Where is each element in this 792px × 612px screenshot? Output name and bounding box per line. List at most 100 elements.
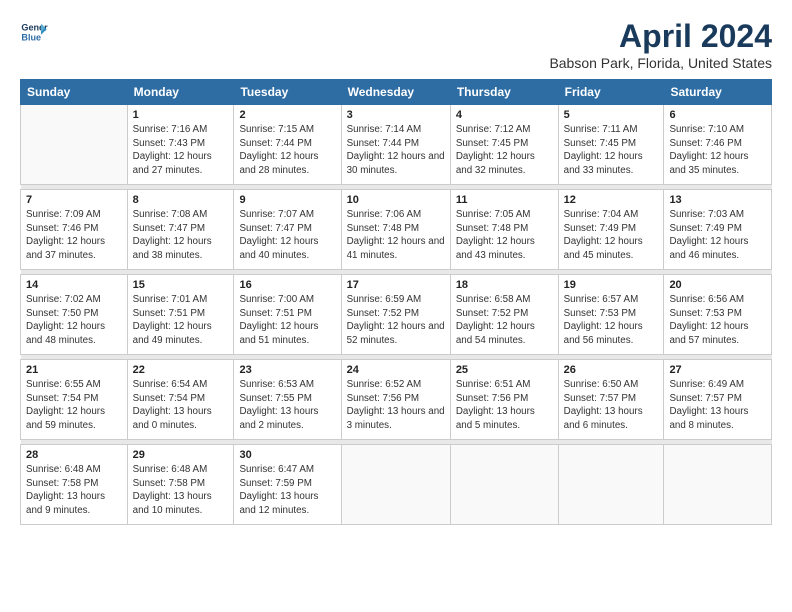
calendar-cell-w5-d3: 30 Sunrise: 6:47 AM Sunset: 7:59 PM Dayli… — [234, 445, 341, 525]
day-number: 1 — [133, 109, 229, 121]
calendar-cell-w2-d7: 13 Sunrise: 7:03 AM Sunset: 7:49 PM Dayli… — [664, 190, 772, 270]
day-info: Sunrise: 6:53 AM Sunset: 7:55 PM Dayligh… — [239, 378, 335, 433]
page: General Blue General Blue April 2024 Bab… — [0, 0, 792, 612]
day-number: 29 — [133, 449, 229, 461]
calendar-cell-w3-d3: 16Sunrise: 7:00 AM Sunset: 7:51 PM Dayli… — [234, 275, 341, 355]
col-sunday: Sunday — [21, 80, 128, 105]
day-info: Sunrise: 7:09 AM Sunset: 7:46 PM Dayligh… — [26, 208, 122, 263]
calendar-cell-w2-d4: 10 Sunrise: 7:06 AM Sunset: 7:48 PM Dayli… — [341, 190, 450, 270]
day-number: 6 — [669, 109, 766, 121]
calendar-cell-w1-d6: 5 Sunrise: 7:11 AM Sunset: 7:45 PM Daylig… — [558, 105, 664, 185]
col-saturday: Saturday — [664, 80, 772, 105]
day-info: Sunrise: 7:06 AM Sunset: 7:48 PM Dayligh… — [347, 208, 445, 263]
day-number: 11 — [456, 194, 553, 206]
day-info: Sunrise: 7:16 AM Sunset: 7:43 PM Dayligh… — [133, 123, 229, 178]
calendar-cell-w2-d2: 8 Sunrise: 7:08 AM Sunset: 7:47 PM Daylig… — [127, 190, 234, 270]
header: General Blue General Blue April 2024 Bab… — [20, 18, 772, 71]
logo-icon: General Blue — [20, 18, 48, 46]
calendar-table: Sunday Monday Tuesday Wednesday Thursday… — [20, 79, 772, 525]
day-number: 15 — [133, 279, 229, 291]
calendar-cell-w3-d6: 19 Sunrise: 6:57 AM Sunset: 7:53 PM Dayli… — [558, 275, 664, 355]
day-info: Sunrise: 6:48 AM Sunset: 7:58 PM Dayligh… — [133, 463, 229, 518]
title-block: April 2024 Babson Park, Florida, United … — [549, 18, 772, 71]
calendar-cell-w1-d3: 2 Sunrise: 7:15 AM Sunset: 7:44 PM Daylig… — [234, 105, 341, 185]
calendar-cell-w4-d7: 27 Sunrise: 6:49 AM Sunset: 7:57 PM Dayli… — [664, 360, 772, 440]
day-number: 9 — [239, 194, 335, 206]
day-number: 7 — [26, 194, 122, 206]
col-wednesday: Wednesday — [341, 80, 450, 105]
day-info: Sunrise: 7:04 AM Sunset: 7:49 PM Dayligh… — [564, 208, 659, 263]
day-number: 23 — [239, 364, 335, 376]
day-info: Sunrise: 6:52 AM Sunset: 7:56 PM Dayligh… — [347, 378, 445, 433]
calendar-week-1: 1 Sunrise: 7:16 AM Sunset: 7:43 PM Daylig… — [21, 105, 772, 185]
main-title: April 2024 — [549, 18, 772, 55]
day-number: 4 — [456, 109, 553, 121]
calendar-cell-w2-d1: 7 Sunrise: 7:09 AM Sunset: 7:46 PM Daylig… — [21, 190, 128, 270]
calendar-cell-w5-d5 — [450, 445, 558, 525]
day-info: Sunrise: 7:03 AM Sunset: 7:49 PM Dayligh… — [669, 208, 766, 263]
day-number: 3 — [347, 109, 445, 121]
calendar-cell-w3-d1: 14Sunrise: 7:02 AM Sunset: 7:50 PM Dayli… — [21, 275, 128, 355]
calendar-cell-w5-d4 — [341, 445, 450, 525]
calendar-cell-w4-d3: 23 Sunrise: 6:53 AM Sunset: 7:55 PM Dayli… — [234, 360, 341, 440]
day-info: Sunrise: 6:50 AM Sunset: 7:57 PM Dayligh… — [564, 378, 659, 433]
calendar-cell-w5-d1: 28 Sunrise: 6:48 AM Sunset: 7:58 PM Dayli… — [21, 445, 128, 525]
day-info: Sunrise: 6:51 AM Sunset: 7:56 PM Dayligh… — [456, 378, 553, 433]
day-info: Sunrise: 6:54 AM Sunset: 7:54 PM Dayligh… — [133, 378, 229, 433]
calendar-cell-w3-d2: 15Sunrise: 7:01 AM Sunset: 7:51 PM Dayli… — [127, 275, 234, 355]
day-number: 19 — [564, 279, 659, 291]
calendar-cell-w1-d1 — [21, 105, 128, 185]
calendar-cell-w1-d7: 6 Sunrise: 7:10 AM Sunset: 7:46 PM Daylig… — [664, 105, 772, 185]
day-number: 17 — [347, 279, 445, 291]
day-info: Sunrise: 7:07 AM Sunset: 7:47 PM Dayligh… — [239, 208, 335, 263]
col-monday: Monday — [127, 80, 234, 105]
subtitle: Babson Park, Florida, United States — [549, 55, 772, 71]
day-number: 13 — [669, 194, 766, 206]
calendar-cell-w3-d4: 17 Sunrise: 6:59 AM Sunset: 7:52 PM Dayli… — [341, 275, 450, 355]
day-number: 2 — [239, 109, 335, 121]
day-number: 22 — [133, 364, 229, 376]
day-number: 26 — [564, 364, 659, 376]
day-info: Sunrise: 7:11 AM Sunset: 7:45 PM Dayligh… — [564, 123, 659, 178]
calendar-header-row: Sunday Monday Tuesday Wednesday Thursday… — [21, 80, 772, 105]
calendar-cell-w4-d6: 26 Sunrise: 6:50 AM Sunset: 7:57 PM Dayli… — [558, 360, 664, 440]
calendar-cell-w1-d5: 4 Sunrise: 7:12 AM Sunset: 7:45 PM Daylig… — [450, 105, 558, 185]
day-info: Sunrise: 7:12 AM Sunset: 7:45 PM Dayligh… — [456, 123, 553, 178]
col-friday: Friday — [558, 80, 664, 105]
day-info: Sunrise: 6:47 AM Sunset: 7:59 PM Dayligh… — [239, 463, 335, 518]
day-number: 30 — [239, 449, 335, 461]
day-info: Sunrise: 6:55 AM Sunset: 7:54 PM Dayligh… — [26, 378, 122, 433]
day-number: 8 — [133, 194, 229, 206]
calendar-cell-w4-d1: 21 Sunrise: 6:55 AM Sunset: 7:54 PM Dayli… — [21, 360, 128, 440]
day-info: Sunrise: 7:15 AM Sunset: 7:44 PM Dayligh… — [239, 123, 335, 178]
calendar-cell-w2-d5: 11 Sunrise: 7:05 AM Sunset: 7:48 PM Dayli… — [450, 190, 558, 270]
day-number: 18 — [456, 279, 553, 291]
day-info: Sunrise: 6:59 AM Sunset: 7:52 PM Dayligh… — [347, 293, 445, 348]
day-info: Sunrise: 7:08 AM Sunset: 7:47 PM Dayligh… — [133, 208, 229, 263]
calendar-cell-w3-d5: 18 Sunrise: 6:58 AM Sunset: 7:52 PM Dayli… — [450, 275, 558, 355]
day-number: 12 — [564, 194, 659, 206]
calendar-cell-w5-d2: 29 Sunrise: 6:48 AM Sunset: 7:58 PM Dayli… — [127, 445, 234, 525]
col-tuesday: Tuesday — [234, 80, 341, 105]
day-number: 27 — [669, 364, 766, 376]
day-info: Sunrise: 6:49 AM Sunset: 7:57 PM Dayligh… — [669, 378, 766, 433]
calendar-cell-w5-d7 — [664, 445, 772, 525]
calendar-cell-w4-d2: 22 Sunrise: 6:54 AM Sunset: 7:54 PM Dayli… — [127, 360, 234, 440]
day-info: Sunrise: 7:05 AM Sunset: 7:48 PM Dayligh… — [456, 208, 553, 263]
day-info: Sunrise: 6:58 AM Sunset: 7:52 PM Dayligh… — [456, 293, 553, 348]
day-number: 28 — [26, 449, 122, 461]
day-number: 20 — [669, 279, 766, 291]
day-info: Sunrise: 6:48 AM Sunset: 7:58 PM Dayligh… — [26, 463, 122, 518]
day-info: Sunrise: 7:14 AM Sunset: 7:44 PM Dayligh… — [347, 123, 445, 178]
day-number: 5 — [564, 109, 659, 121]
day-number: 10 — [347, 194, 445, 206]
day-number: 14 — [26, 279, 122, 291]
calendar-cell-w2-d3: 9 Sunrise: 7:07 AM Sunset: 7:47 PM Daylig… — [234, 190, 341, 270]
day-number: 21 — [26, 364, 122, 376]
day-info: Sunrise: 6:57 AM Sunset: 7:53 PM Dayligh… — [564, 293, 659, 348]
day-number: 25 — [456, 364, 553, 376]
day-info: Sunrise: 7:00 AM Sunset: 7:51 PM Dayligh… — [239, 293, 335, 348]
calendar-week-5: 28 Sunrise: 6:48 AM Sunset: 7:58 PM Dayli… — [21, 445, 772, 525]
day-info: Sunrise: 7:10 AM Sunset: 7:46 PM Dayligh… — [669, 123, 766, 178]
svg-text:Blue: Blue — [21, 32, 41, 42]
